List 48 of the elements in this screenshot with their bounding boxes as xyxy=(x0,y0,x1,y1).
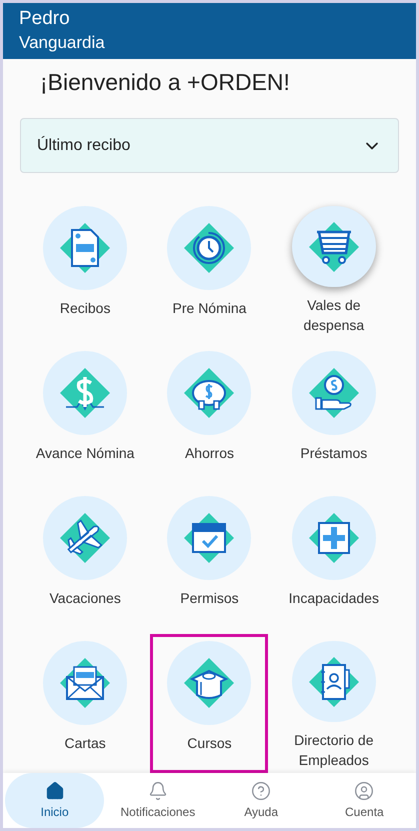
clock-icon xyxy=(184,223,234,274)
module-tile[interactable]: Permisos xyxy=(150,489,268,628)
account-icon xyxy=(354,780,374,801)
module-tile[interactable]: Pre Nómina xyxy=(150,199,268,338)
module-tile[interactable]: Vacaciones xyxy=(26,489,144,628)
home-icon xyxy=(44,780,65,801)
module-tile[interactable]: Vales de despensa xyxy=(274,199,393,338)
module-label: Pre Nómina xyxy=(172,299,246,318)
module-label: Avance Nómina xyxy=(36,444,134,464)
airplane-icon xyxy=(60,513,110,564)
graduation-cap-icon xyxy=(184,658,234,708)
nav-tab[interactable]: Notificaciones xyxy=(106,773,210,828)
module-label: Recibos xyxy=(60,299,110,318)
cart-icon xyxy=(308,222,359,272)
module-label: Directorio de Empleados xyxy=(293,731,375,770)
module-tile[interactable]: Directorio de Empleados xyxy=(274,634,393,774)
module-tile[interactable]: Préstamos xyxy=(274,344,393,484)
medical-cross-icon xyxy=(308,513,359,564)
document-icon xyxy=(60,223,110,274)
calendar-icon xyxy=(184,513,234,564)
help-icon xyxy=(251,780,272,801)
module-label: Permisos xyxy=(180,589,239,608)
module-tile[interactable]: Cartas xyxy=(26,634,144,774)
piggy-bank-icon xyxy=(184,368,234,418)
module-label: Ahorros xyxy=(184,444,234,464)
hand-coin-icon xyxy=(308,368,359,418)
last-receipt-accordion[interactable]: Último recibo xyxy=(20,118,399,174)
module-label: Préstamos xyxy=(300,444,368,464)
address-book-icon xyxy=(308,656,359,707)
nav-tab[interactable]: Ayuda xyxy=(210,773,313,828)
welcome-heading: ¡Bienvenido a +ORDEN! xyxy=(40,68,291,97)
module-label: Incapacidades xyxy=(288,589,379,608)
bell-icon xyxy=(148,780,168,801)
user-last-name: Vanguardia xyxy=(19,32,106,54)
envelope-icon xyxy=(60,658,110,708)
module-label: Vacaciones xyxy=(49,589,121,608)
dollar-icon xyxy=(60,368,110,418)
module-label: Cursos xyxy=(187,734,232,754)
module-tile[interactable]: Incapacidades xyxy=(274,489,393,628)
module-tile[interactable]: Recibos xyxy=(26,199,144,338)
nav-tab[interactable]: Cuenta xyxy=(312,773,416,828)
module-label: Vales de despensa xyxy=(302,296,366,336)
module-label: Cartas xyxy=(64,734,106,754)
module-tile[interactable]: Ahorros xyxy=(150,344,268,484)
user-first-name: Pedro xyxy=(19,7,71,31)
module-tile[interactable]: Cursos xyxy=(150,634,268,774)
nav-tab[interactable]: Inicio xyxy=(5,773,104,828)
module-tile[interactable]: Avance Nómina xyxy=(26,344,144,484)
